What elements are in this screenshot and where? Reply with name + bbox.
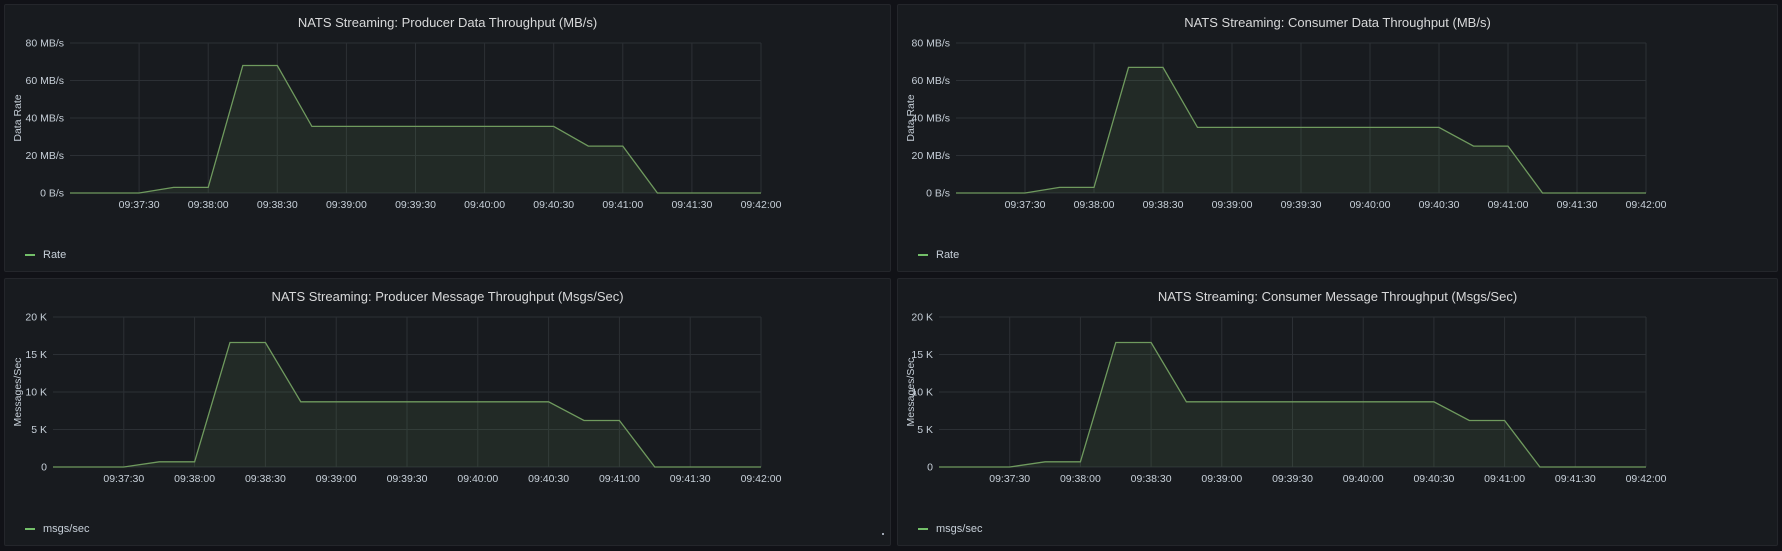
x-tick-label: 09:38:30: [1131, 473, 1172, 485]
x-tick-label: 09:42:00: [741, 199, 782, 211]
x-tick-label: 09:41:30: [1555, 473, 1596, 485]
y-axis-label: Data Rate: [905, 94, 917, 141]
x-tick-label: 09:42:00: [741, 473, 782, 485]
y-tick-label: 0: [927, 462, 933, 474]
x-tick-label: 09:38:00: [188, 199, 229, 211]
x-tick-label: 09:41:30: [670, 473, 711, 485]
x-tick-label: 09:39:00: [326, 199, 367, 211]
legend-swatch: [918, 254, 928, 256]
y-tick-label: 15 K: [25, 349, 47, 361]
y-tick-label: 0: [41, 462, 47, 474]
chart-producer-message-throughput: 0 5 K 10 K 15 K 20 K 09:37:30 09:38:00 09:38:30…: [12, 312, 782, 486]
y-tick-label: 80 MB/s: [911, 38, 950, 50]
legend-swatch: [25, 528, 35, 530]
x-tick-label: 09:39:00: [1212, 199, 1253, 211]
resize-handle[interactable]: [882, 533, 884, 535]
y-tick-label: 80 MB/s: [25, 38, 64, 50]
x-tick-label: 09:41:30: [671, 199, 712, 211]
y-tick-label: 20 MB/s: [911, 150, 950, 162]
x-tick-label: 09:38:30: [1143, 199, 1184, 211]
legend[interactable]: msgs/sec: [918, 523, 982, 535]
x-tick-label: 09:39:00: [1201, 473, 1242, 485]
legend-label: msgs/sec: [43, 523, 90, 535]
y-axis-label: Messages/Sec: [12, 358, 24, 427]
y-tick-label: 10 K: [25, 387, 47, 399]
x-tick-label: 09:37:30: [1005, 199, 1046, 211]
x-tick-label: 09:40:30: [1413, 473, 1454, 485]
x-tick-label: 09:41:00: [599, 473, 640, 485]
x-tick-label: 09:40:30: [533, 199, 574, 211]
x-tick-label: 09:40:00: [1350, 199, 1391, 211]
x-tick-label: 09:39:30: [1281, 199, 1322, 211]
legend[interactable]: msgs/sec: [25, 523, 89, 535]
y-tick-label: 5 K: [31, 424, 47, 436]
y-tick-label: 5 K: [917, 424, 933, 436]
chart-producer-data-throughput: 0 B/s 20 MB/s 40 MB/s 60 MB/s 80 MB/s 09:37:3…: [12, 38, 782, 212]
y-tick-label: 20 MB/s: [25, 150, 64, 162]
panel-producer-data-throughput[interactable]: NATS Streaming: Producer Data Throughput…: [4, 4, 891, 272]
x-tick-label: 09:40:00: [1343, 473, 1384, 485]
panel-consumer-data-throughput[interactable]: NATS Streaming: Consumer Data Throughput…: [897, 4, 1778, 272]
x-tick-label: 09:41:30: [1557, 199, 1598, 211]
legend-label: Rate: [936, 249, 960, 261]
y-axis-label: Data Rate: [12, 94, 24, 141]
chart-consumer-data-throughput: 0 B/s 20 MB/s 40 MB/s 60 MB/s 80 MB/s 09:37:3…: [905, 38, 1667, 212]
y-tick-label: 40 MB/s: [25, 113, 64, 125]
x-tick-label: 09:39:30: [387, 473, 428, 485]
y-tick-label: 0 B/s: [40, 188, 64, 200]
y-axis-label: Messages/Sec: [905, 358, 917, 427]
legend[interactable]: Rate: [918, 249, 959, 261]
x-tick-label: 09:38:00: [1074, 199, 1115, 211]
y-tick-label: 0 B/s: [926, 188, 950, 200]
x-tick-label: 09:38:30: [257, 199, 298, 211]
x-tick-label: 09:40:00: [464, 199, 505, 211]
x-tick-label: 09:41:00: [1488, 199, 1529, 211]
x-tick-label: 09:40:30: [528, 473, 569, 485]
y-tick-label: 60 MB/s: [911, 75, 950, 87]
x-tick-label: 09:37:30: [989, 473, 1030, 485]
panel-producer-message-throughput[interactable]: NATS Streaming: Producer Message Through…: [4, 278, 891, 546]
x-tick-label: 09:42:00: [1626, 473, 1667, 485]
legend[interactable]: Rate: [25, 249, 66, 261]
x-tick-label: 09:39:30: [1272, 473, 1313, 485]
chart-consumer-message-throughput: 05 K10 K15 K20 K09:37:30 09:38:00 09:38:30…: [905, 312, 1667, 486]
x-tick-label: 09:38:00: [174, 473, 215, 485]
y-tick-label: 40 MB/s: [911, 113, 950, 125]
x-tick-label: 09:38:30: [245, 473, 286, 485]
y-tick-label: 20 K: [911, 312, 933, 324]
legend-swatch: [918, 528, 928, 530]
x-tick-label: 09:41:00: [1484, 473, 1525, 485]
legend-swatch: [25, 254, 35, 256]
x-tick-label: 09:37:30: [103, 473, 144, 485]
panel-consumer-message-throughput[interactable]: NATS Streaming: Consumer Message Through…: [897, 278, 1778, 546]
x-tick-label: 09:39:30: [395, 199, 436, 211]
x-tick-label: 09:40:30: [1419, 199, 1460, 211]
x-tick-label: 09:40:00: [457, 473, 498, 485]
y-tick-label: 20 K: [25, 312, 47, 324]
x-tick-label: 09:37:30: [119, 199, 160, 211]
x-tick-label: 09:39:00: [316, 473, 357, 485]
x-tick-label: 09:38:00: [1060, 473, 1101, 485]
x-tick-label: 09:42:00: [1626, 199, 1667, 211]
x-tick-label: 09:41:00: [602, 199, 643, 211]
legend-label: msgs/sec: [936, 523, 983, 535]
legend-label: Rate: [43, 249, 67, 261]
y-tick-label: 60 MB/s: [25, 75, 64, 87]
